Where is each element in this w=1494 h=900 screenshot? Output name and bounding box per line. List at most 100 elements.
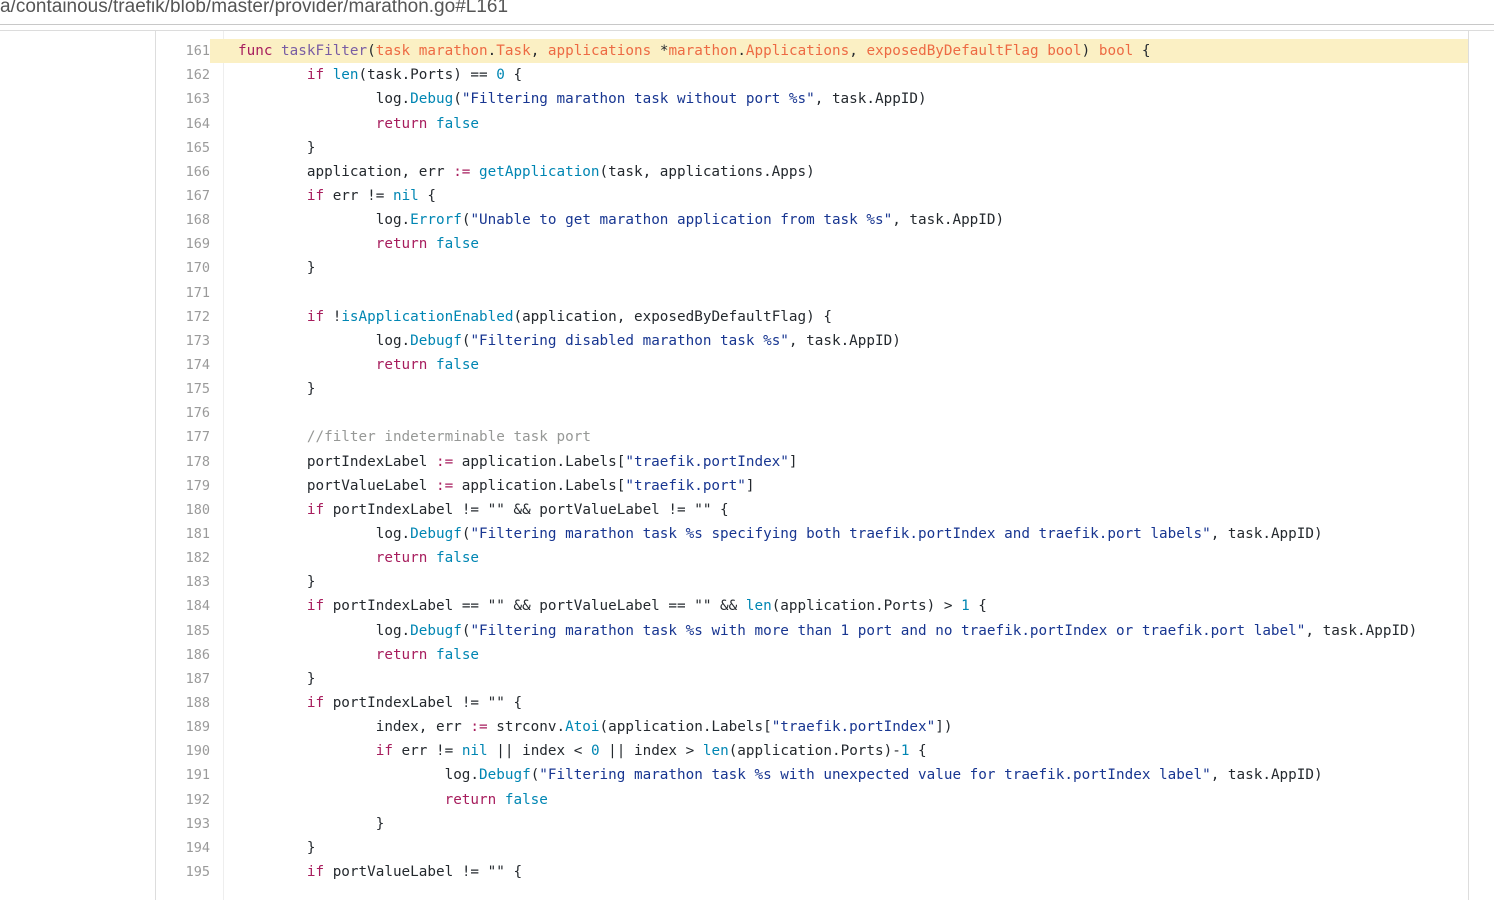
line-number[interactable]: 163 <box>156 87 210 111</box>
code-token: application, err <box>238 163 454 180</box>
line-number[interactable]: 168 <box>156 208 210 232</box>
code-token: , task.AppID) <box>1210 767 1323 784</box>
code-token: 1 <box>961 598 970 615</box>
url-text[interactable]: a/containous/traefik/blob/master/provide… <box>0 0 508 18</box>
address-bar[interactable]: a/containous/traefik/blob/master/provide… <box>0 0 1494 24</box>
code-file-view: 160161func taskFilter(task marathon.Task… <box>155 31 1469 900</box>
code-token: task <box>375 43 411 60</box>
line-number[interactable]: 191 <box>156 763 210 787</box>
line-number[interactable]: 162 <box>156 63 210 87</box>
line-number[interactable]: 176 <box>156 401 210 425</box>
line-number[interactable]: 166 <box>156 160 210 184</box>
code-line: 193 } <box>156 812 1468 836</box>
line-number[interactable]: 175 <box>156 377 210 401</box>
line-number[interactable]: 184 <box>156 594 210 618</box>
code-token: ] <box>788 453 798 470</box>
line-number[interactable]: 194 <box>156 836 210 860</box>
code-token: (application.Ports)- <box>728 743 901 760</box>
line-code: portValueLabel := application.Labels["tr… <box>238 474 755 498</box>
line-number[interactable]: 195 <box>156 860 210 884</box>
line-number[interactable]: 167 <box>156 184 210 208</box>
code-token: log. <box>375 525 411 542</box>
line-number[interactable]: 179 <box>156 474 210 498</box>
code-token: return <box>375 356 428 373</box>
line-code: } <box>238 256 316 280</box>
line-code: log.Debug("Filtering marathon task witho… <box>238 87 927 111</box>
code-token: return <box>375 550 428 567</box>
code-token: false <box>504 791 548 808</box>
code-token: if <box>306 308 325 325</box>
code-line: 182 return false <box>156 546 1468 570</box>
line-code: } <box>238 836 316 860</box>
code-token: return <box>375 115 428 132</box>
line-number[interactable]: 171 <box>156 281 210 305</box>
line-number[interactable]: 169 <box>156 232 210 256</box>
code-token: portIndexLabel != "" { <box>324 694 523 711</box>
line-number[interactable]: 188 <box>156 691 210 715</box>
line-number[interactable]: 185 <box>156 619 210 643</box>
code-token: Debugf <box>410 525 462 542</box>
code-token: ] <box>745 477 755 494</box>
line-number[interactable]: 187 <box>156 667 210 691</box>
code-token: * <box>651 43 669 60</box>
line-code: return false <box>238 788 548 812</box>
code-token: } <box>238 815 385 832</box>
line-number[interactable]: 172 <box>156 305 210 329</box>
line-code: if err != nil || index < 0 || index > le… <box>238 739 927 763</box>
line-number[interactable]: 177 <box>156 425 210 449</box>
line-number[interactable]: 165 <box>156 136 210 160</box>
line-number[interactable]: 161 <box>156 39 210 64</box>
code-token: log. <box>375 91 411 108</box>
code-token: } <box>238 574 316 591</box>
code-token: if <box>306 501 325 518</box>
line-number[interactable]: 190 <box>156 739 210 763</box>
code-token: isApplicationEnabled <box>341 308 514 325</box>
line-number[interactable]: 183 <box>156 570 210 594</box>
line-code: func taskFilter(task marathon.Task, appl… <box>238 39 1151 63</box>
code-token: ( <box>530 767 540 784</box>
line-number[interactable]: 186 <box>156 643 210 667</box>
line-number[interactable]: 189 <box>156 715 210 739</box>
line-code: if !isApplicationEnabled(application, ex… <box>238 305 832 329</box>
code-token: } <box>238 381 316 398</box>
line-number[interactable]: 180 <box>156 498 210 522</box>
code-token: nil <box>461 743 488 760</box>
line-code: if portIndexLabel == "" && portValueLabe… <box>238 594 987 618</box>
line-number[interactable]: 160 <box>156 31 210 39</box>
code-token: , task.AppID) <box>814 91 927 108</box>
line-number[interactable]: 170 <box>156 256 210 280</box>
code-token: exposedByDefaultFlag <box>866 43 1039 60</box>
line-number[interactable]: 164 <box>156 112 210 136</box>
code-line: 183 } <box>156 570 1468 594</box>
line-number[interactable]: 192 <box>156 788 210 812</box>
code-token: . <box>737 43 746 60</box>
line-number[interactable]: 174 <box>156 353 210 377</box>
code-token: 0 <box>496 67 505 84</box>
line-code: application, err := getApplication(task,… <box>238 160 815 184</box>
code-token: "traefik.port" <box>625 477 746 494</box>
code-token: (application.Ports) > <box>771 598 962 615</box>
line-number[interactable]: 182 <box>156 546 210 570</box>
code-token: err != <box>324 187 393 204</box>
code-line: 189 index, err := strconv.Atoi(applicati… <box>156 715 1468 739</box>
line-number[interactable]: 181 <box>156 522 210 546</box>
code-token: Debug <box>410 91 454 108</box>
code-token: } <box>238 260 316 277</box>
code-token: portIndexLabel <box>238 453 436 470</box>
line-code: } <box>238 570 316 594</box>
code-token: "Filtering marathon task without port %s… <box>461 91 815 108</box>
code-line: 176 <box>156 401 1468 425</box>
code-line: 169 return false <box>156 232 1468 256</box>
line-number[interactable]: 178 <box>156 450 210 474</box>
line-code: index, err := strconv.Atoi(application.L… <box>238 715 953 739</box>
code-token: Task <box>496 43 531 60</box>
line-number[interactable]: 193 <box>156 812 210 836</box>
line-number[interactable]: 173 <box>156 329 210 353</box>
